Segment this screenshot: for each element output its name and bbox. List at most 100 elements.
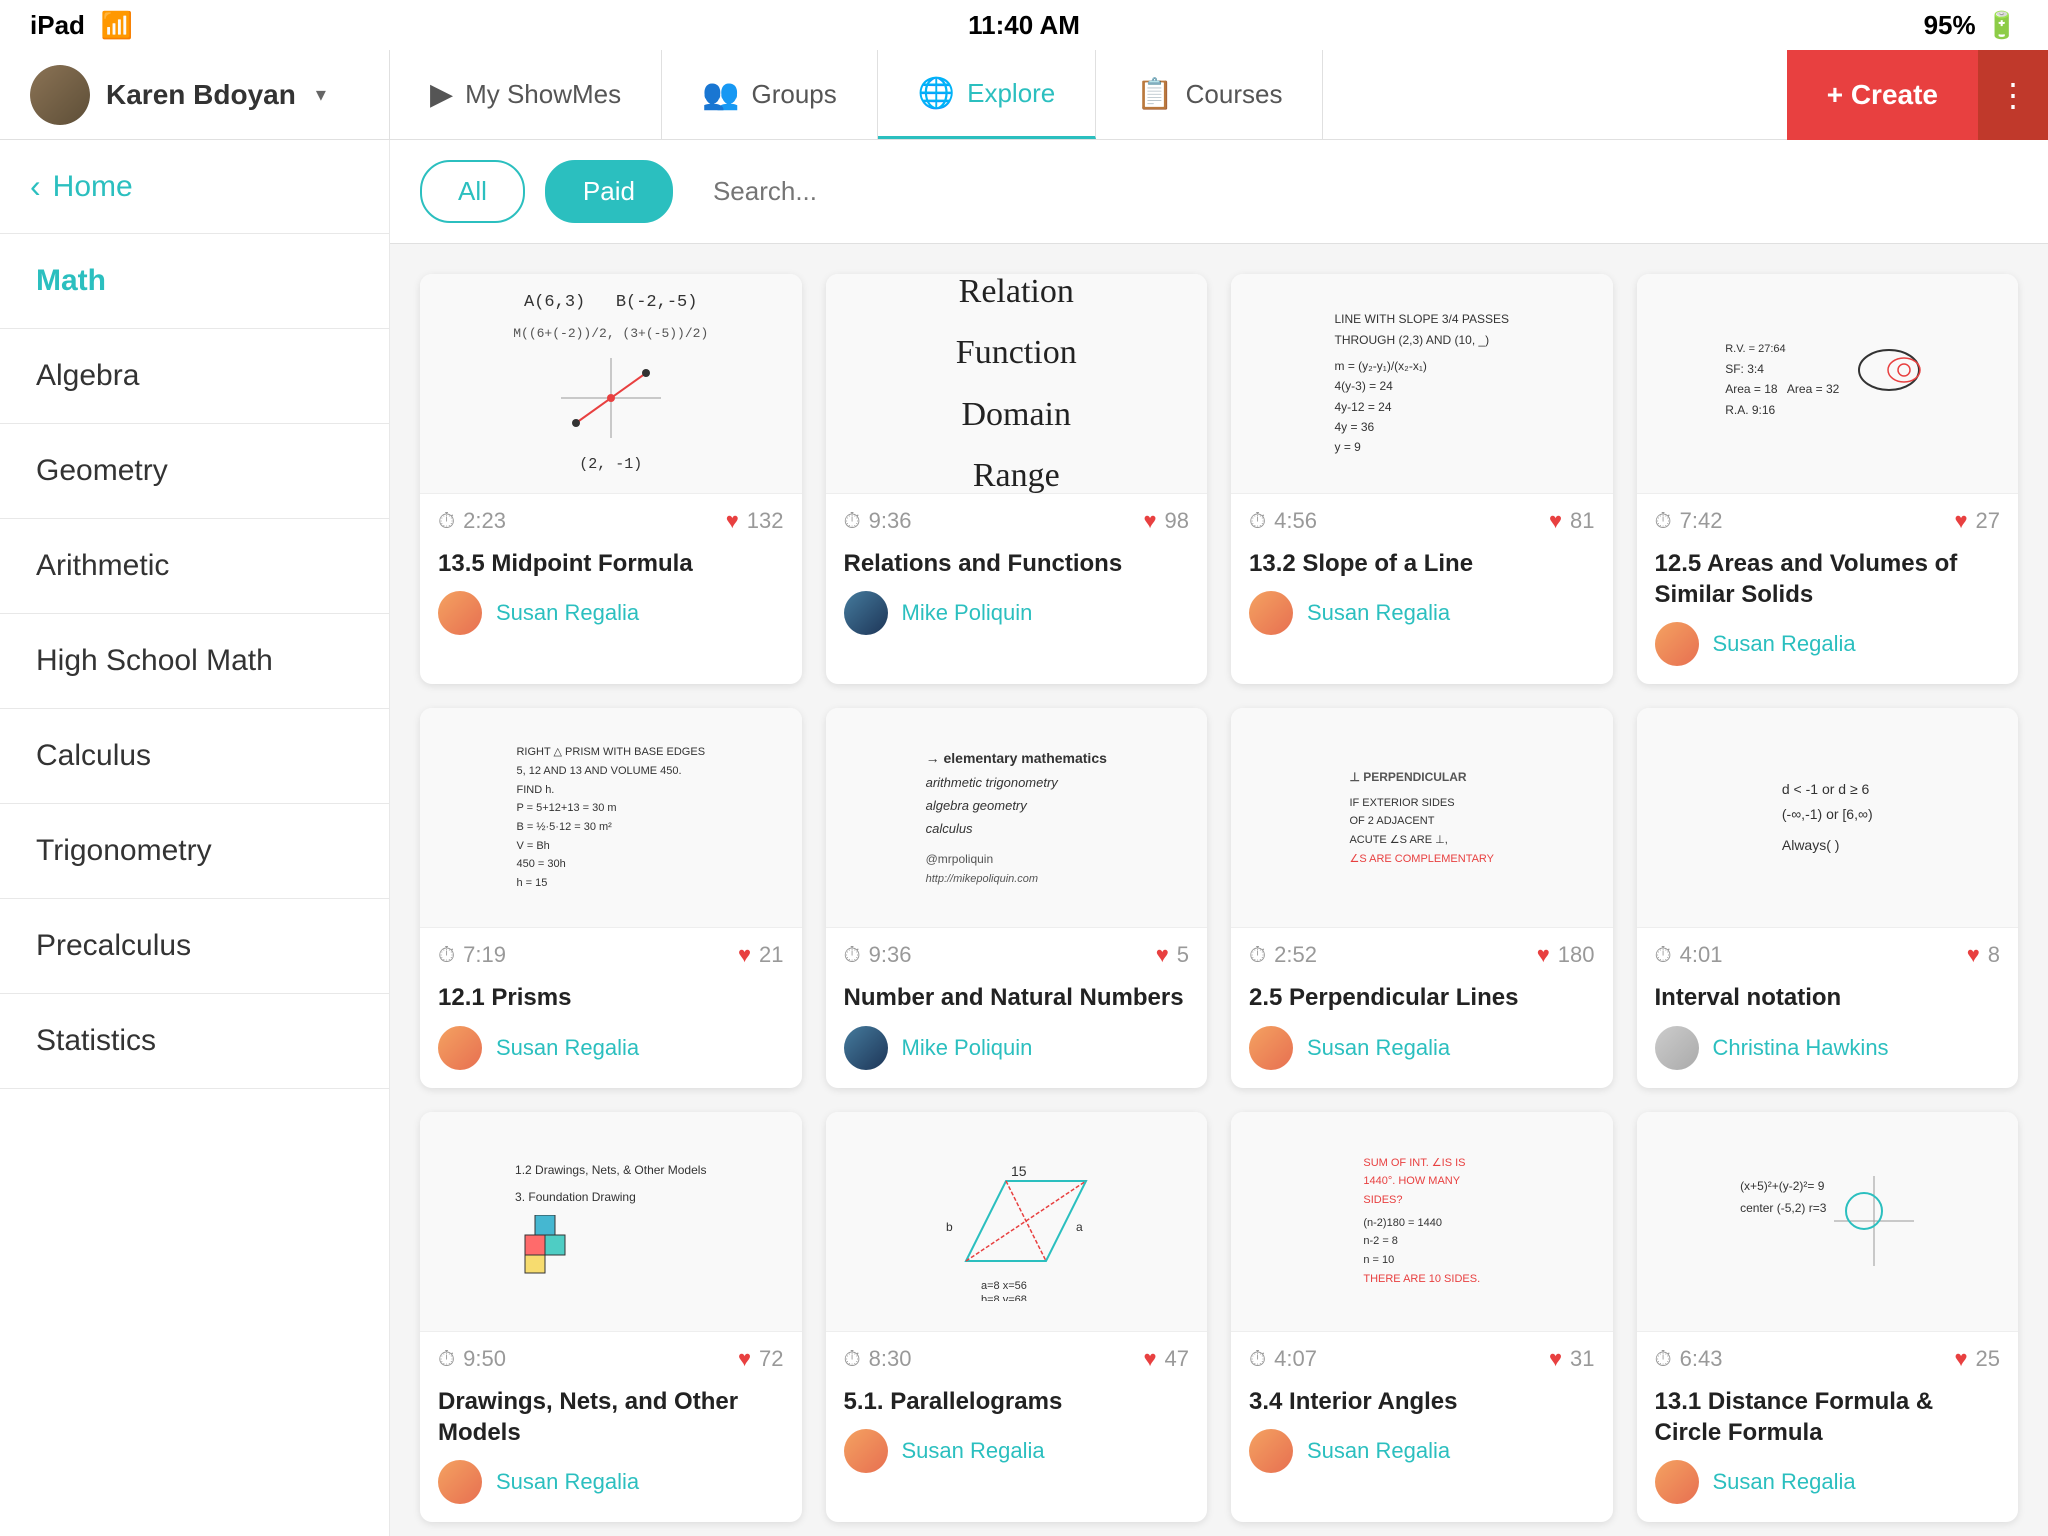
- card-9[interactable]: 1.2 Drawings, Nets, & Other Models 3. Fo…: [420, 1112, 802, 1522]
- nav-items: ▶ My ShowMes 👥 Groups 🌐 Explore 📋 Course…: [390, 50, 1787, 139]
- card-5-meta: ⏱ 7:19 ♥ 21: [420, 928, 802, 974]
- card-11[interactable]: SUM OF INT. ∠IS IS 1440°. HOW MANY SIDES…: [1231, 1112, 1613, 1522]
- clock-icon: ⏱: [1655, 942, 1672, 968]
- user-dropdown-icon[interactable]: ▾: [316, 82, 326, 107]
- author-avatar: [438, 1026, 482, 1070]
- sidebar-item-calculus[interactable]: Calculus: [0, 709, 389, 804]
- user-section[interactable]: Karen Bdoyan ▾: [0, 50, 390, 139]
- card-8[interactable]: d < -1 or d ≥ 6 (-∞,-1) or [6,∞) Always(…: [1637, 708, 2019, 1087]
- card-8-meta: ⏱ 4:01 ♥ 8: [1637, 928, 2019, 974]
- filter-bar: All Paid: [390, 140, 2048, 244]
- card-11-meta: ⏱ 4:07 ♥ 31: [1231, 1332, 1613, 1378]
- author-avatar: [1655, 1026, 1699, 1070]
- heart-icon: ♥: [1954, 508, 1967, 534]
- myshowmes-icon: ▶: [430, 77, 453, 112]
- clock-icon: ⏱: [438, 508, 455, 534]
- clock-icon: ⏱: [1249, 508, 1266, 534]
- clock-icon: ⏱: [844, 942, 861, 968]
- nav-myshowmes[interactable]: ▶ My ShowMes: [390, 50, 662, 139]
- sidebar-item-geometry[interactable]: Geometry: [0, 424, 389, 519]
- card-12-thumbnail: (x+5)²+(y-2)²= 9 center (-5,2) r=3: [1637, 1112, 2019, 1332]
- sidebar: ‹ Home Math Algebra Geometry Arithmetic …: [0, 140, 390, 1536]
- sidebar-item-precalculus[interactable]: Precalculus: [0, 899, 389, 994]
- svg-text:a=8 x=56: a=8 x=56: [981, 1280, 1027, 1292]
- card-3-thumbnail: LINE WITH SLOPE 3/4 PASSES THROUGH (2,3)…: [1231, 274, 1613, 494]
- home-label: Home: [53, 170, 133, 204]
- card-8-thumbnail: d < -1 or d ≥ 6 (-∞,-1) or [6,∞) Always(…: [1637, 708, 2019, 928]
- sidebar-item-arithmetic[interactable]: Arithmetic: [0, 519, 389, 614]
- card-1[interactable]: A(6,3) B(-2,-5) M((6+(-2))/2, (3+(-5))/2…: [420, 274, 802, 684]
- author-avatar: [1249, 1429, 1293, 1473]
- card-7-author: Susan Regalia: [1231, 1026, 1613, 1088]
- svg-text:b: b: [946, 1220, 953, 1234]
- create-button[interactable]: + Create: [1787, 50, 1978, 140]
- card-4[interactable]: R.V. = 27:64 SF: 3:4 Area = 18 Area = 32…: [1637, 274, 2019, 684]
- card-10-author: Susan Regalia: [826, 1429, 1208, 1491]
- card-3-title: 13.2 Slope of a Line: [1231, 540, 1613, 591]
- courses-icon: 📋: [1136, 77, 1173, 112]
- nav-courses[interactable]: 📋 Courses: [1096, 50, 1323, 139]
- author-avatar: [1249, 591, 1293, 635]
- sidebar-item-trigonometry[interactable]: Trigonometry: [0, 804, 389, 899]
- card-12-title: 13.1 Distance Formula & Circle Formula: [1637, 1378, 2019, 1460]
- cards-grid: A(6,3) B(-2,-5) M((6+(-2))/2, (3+(-5))/2…: [390, 244, 2048, 1536]
- card-7-thumbnail: ⊥ PERPENDICULAR IF EXTERIOR SIDES OF 2 A…: [1231, 708, 1613, 928]
- sidebar-item-high-school-math[interactable]: High School Math: [0, 614, 389, 709]
- card-2-meta: ⏱ 9:36 ♥ 98: [826, 494, 1208, 540]
- card-5-thumbnail: RIGHT △ PRISM WITH BASE EDGES 5, 12 AND …: [420, 708, 802, 928]
- card-1-title: 13.5 Midpoint Formula: [420, 540, 802, 591]
- card-7-meta: ⏱ 2:52 ♥ 180: [1231, 928, 1613, 974]
- clock-icon: ⏱: [844, 508, 861, 534]
- heart-icon: ♥: [1549, 1346, 1562, 1372]
- card-11-author: Susan Regalia: [1231, 1429, 1613, 1491]
- more-button[interactable]: ⋮: [1978, 50, 2048, 140]
- card-8-title: Interval notation: [1637, 974, 2019, 1025]
- clock-icon: ⏱: [438, 1346, 455, 1372]
- battery-icon: 🔋: [1986, 10, 2018, 41]
- card-8-author: Christina Hawkins: [1637, 1026, 2019, 1088]
- sidebar-item-math[interactable]: Math: [0, 234, 389, 329]
- sidebar-back[interactable]: ‹ Home: [0, 140, 389, 234]
- card-12-author: Susan Regalia: [1637, 1460, 2019, 1522]
- card-12-meta: ⏱ 6:43 ♥ 25: [1637, 1332, 2019, 1378]
- back-arrow-icon: ‹: [30, 168, 41, 205]
- heart-icon: ♥: [738, 942, 751, 968]
- top-nav: Karen Bdoyan ▾ ▶ My ShowMes 👥 Groups 🌐 E…: [0, 50, 2048, 140]
- clock-icon: ⏱: [844, 1346, 861, 1372]
- card-2[interactable]: Relation Function Domain Range ⏱ 9:36 ♥ …: [826, 274, 1208, 684]
- card-9-thumbnail: 1.2 Drawings, Nets, & Other Models 3. Fo…: [420, 1112, 802, 1332]
- card-7-title: 2.5 Perpendicular Lines: [1231, 974, 1613, 1025]
- heart-icon: ♥: [1143, 508, 1156, 534]
- svg-text:b=8 y=68: b=8 y=68: [981, 1294, 1027, 1301]
- card-5[interactable]: RIGHT △ PRISM WITH BASE EDGES 5, 12 AND …: [420, 708, 802, 1087]
- heart-icon: ♥: [1954, 1346, 1967, 1372]
- card-2-author: Mike Poliquin: [826, 591, 1208, 653]
- nav-courses-label: Courses: [1186, 79, 1283, 110]
- heart-icon: ♥: [1156, 942, 1169, 968]
- search-input[interactable]: [693, 162, 2018, 221]
- time-display: 11:40 AM: [968, 10, 1080, 40]
- card-12[interactable]: (x+5)²+(y-2)²= 9 center (-5,2) r=3 ⏱ 6: [1637, 1112, 2019, 1522]
- card-4-thumbnail: R.V. = 27:64 SF: 3:4 Area = 18 Area = 32…: [1637, 274, 2019, 494]
- sidebar-item-algebra[interactable]: Algebra: [0, 329, 389, 424]
- heart-icon: ♥: [726, 508, 739, 534]
- card-6[interactable]: → elementary mathematics arithmetic trig…: [826, 708, 1208, 1087]
- nav-explore[interactable]: 🌐 Explore: [878, 50, 1097, 139]
- sidebar-item-statistics[interactable]: Statistics: [0, 994, 389, 1089]
- author-avatar: [844, 1429, 888, 1473]
- heart-icon: ♥: [1143, 1346, 1156, 1372]
- groups-icon: 👥: [702, 77, 739, 112]
- nav-groups[interactable]: 👥 Groups: [662, 50, 878, 139]
- clock-icon: ⏱: [438, 942, 455, 968]
- card-10[interactable]: 15 b a a=8 x=56 b=8 y=68 ⏱ 8:30: [826, 1112, 1208, 1522]
- card-3[interactable]: LINE WITH SLOPE 3/4 PASSES THROUGH (2,3)…: [1231, 274, 1613, 684]
- author-avatar: [1655, 622, 1699, 666]
- wifi-icon: 📶: [101, 10, 133, 41]
- filter-all-button[interactable]: All: [420, 160, 525, 223]
- author-avatar: [1249, 1026, 1293, 1070]
- explore-icon: 🌐: [918, 76, 955, 111]
- card-7[interactable]: ⊥ PERPENDICULAR IF EXTERIOR SIDES OF 2 A…: [1231, 708, 1613, 1087]
- filter-paid-button[interactable]: Paid: [545, 160, 673, 223]
- card-4-meta: ⏱ 7:42 ♥ 27: [1637, 494, 2019, 540]
- card-1-author: Susan Regalia: [420, 591, 802, 653]
